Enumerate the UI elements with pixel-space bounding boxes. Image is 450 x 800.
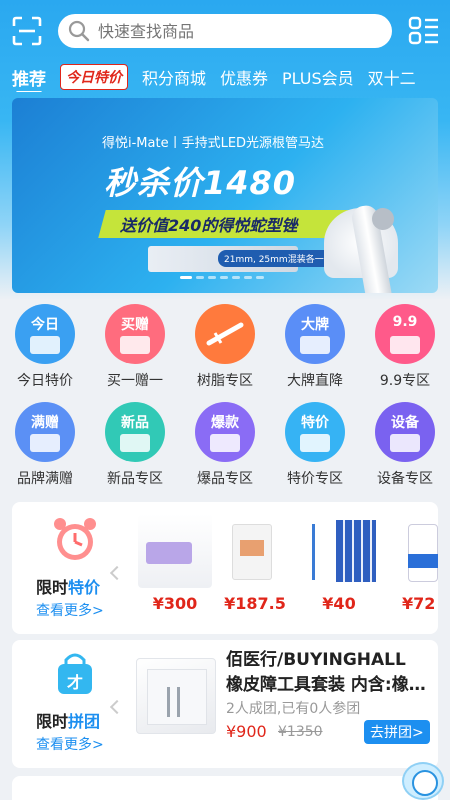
category-equipment[interactable]: 设备 设备专区 (360, 402, 450, 488)
flash-product[interactable]: ¥187.5 (218, 514, 292, 613)
category-label: 大牌直降 (287, 373, 343, 389)
pagination-dot (220, 276, 228, 279)
scan-icon[interactable] (12, 16, 42, 46)
bag-icon: 大牌 (285, 304, 345, 364)
tab-recommend[interactable]: 推荐 (12, 65, 46, 92)
tab-coupons[interactable]: 优惠券 (220, 65, 268, 89)
category-label: 树脂专区 (197, 373, 253, 389)
category-label: 爆品专区 (197, 471, 253, 487)
category-resin[interactable]: 树脂专区 (180, 304, 270, 390)
category-today-special[interactable]: 今日 今日特价 (0, 304, 90, 390)
group-buy-more-link[interactable]: 查看更多> (36, 734, 104, 754)
group-buy-header[interactable]: 才 限时拼团 查看更多> (12, 640, 122, 768)
group-buy-title: 限时拼团 (36, 712, 101, 731)
top-bar (0, 12, 450, 52)
fire-icon: 爆款 (195, 402, 255, 462)
gift-icon: 买赠 (105, 304, 165, 364)
calendar-icon: 今日 (15, 304, 75, 364)
category-label: 特价专区 (287, 471, 343, 487)
group-price: ¥900 (226, 722, 267, 741)
category-hot[interactable]: 爆款 爆品专区 (180, 402, 270, 488)
svg-text:才: 才 (67, 673, 83, 692)
banner-box-label: 21mm, 25mm混装各一板 (218, 250, 339, 267)
tab-plus-member[interactable]: PLUS会员 (282, 65, 354, 89)
category-new[interactable]: 新品 新品专区 (90, 402, 180, 488)
group-original-price: ¥1350 (278, 724, 323, 740)
pagination-dot (232, 276, 240, 279)
flash-product[interactable]: ¥72 (386, 514, 438, 613)
category-buy-one-get-one[interactable]: 买赠 买一赠一 (90, 304, 180, 390)
search-icon (68, 20, 90, 42)
promo-banner[interactable]: 得悦i-Mate丨手持式LED光源根管马达 秒杀价1480 送价值240的得悦蛇… (12, 98, 438, 293)
category-label: 今日特价 (17, 373, 73, 389)
category-grid: 今日 今日特价 买赠 买一赠一 树脂专区 大牌 大牌直降 9.9 9.9专区 满… (0, 304, 450, 488)
customer-service-icon[interactable] (402, 762, 444, 800)
tab-double-twelve[interactable]: 双十二 (368, 65, 416, 89)
category-label: 品牌满赠 (17, 471, 73, 487)
group-buy-card: 才 限时拼团 查看更多> 佰医行/BUYINGHALL 橡皮障工具套装 内含:橡… (12, 640, 438, 768)
product-price: ¥40 (322, 594, 356, 613)
handpiece-head-image (372, 208, 394, 230)
pagination-dot (208, 276, 216, 279)
banner-subtitle: 得悦i-Mate丨手持式LED光源根管马达 (102, 136, 325, 151)
product-price: ¥72 (402, 594, 436, 613)
device-icon: 设备 (375, 402, 435, 462)
banner-title: 秒杀价1480 (104, 164, 297, 202)
product-image (218, 514, 292, 588)
next-section-card (12, 776, 438, 800)
product-price: ¥187.5 (224, 594, 286, 613)
flash-sale-header[interactable]: 限时特价 查看更多> (12, 502, 122, 634)
product-image (138, 514, 212, 588)
category-label: 设备专区 (377, 471, 433, 487)
tab-points-mall[interactable]: 积分商城 (142, 65, 206, 89)
alarm-clock-icon (54, 518, 96, 560)
group-product-title[interactable]: 佰医行/BUYINGHALL 橡皮障工具套装 内含:橡… (226, 648, 426, 698)
category-9-9[interactable]: 9.9 9.9专区 (360, 304, 450, 390)
category-tabs: 推荐 今日特价 积分商城 优惠券 PLUS会员 双十二 (12, 62, 450, 92)
pagination-dot (244, 276, 252, 279)
syringe-icon (195, 304, 255, 364)
ticket-icon: 特价 (285, 402, 345, 462)
tab-today-special-logo[interactable]: 今日特价 (60, 64, 128, 90)
category-label: 新品专区 (107, 471, 163, 487)
category-label: 买一赠一 (107, 373, 163, 389)
flash-product[interactable]: ¥300 (138, 514, 212, 613)
search-bar[interactable] (58, 14, 392, 48)
flash-sale-title: 限时特价 (36, 578, 101, 597)
banner-strip-text: 送价值240的得悦蛇型锉 (120, 216, 298, 235)
category-special-price[interactable]: 特价 特价专区 (270, 402, 360, 488)
pagination-dot (256, 276, 264, 279)
product-price: ¥300 (152, 594, 198, 613)
join-group-button[interactable]: 去拼团> (364, 720, 430, 744)
shopping-bag-icon: 才 (58, 653, 92, 694)
search-input[interactable] (98, 21, 368, 41)
box-icon: 9.9 (375, 304, 435, 364)
group-progress-text: 2人成团,已有0人参团 (226, 701, 361, 717)
category-brand-discount[interactable]: 大牌 大牌直降 (270, 304, 360, 390)
menu-icon[interactable] (408, 16, 440, 46)
pagination-dot (196, 276, 204, 279)
new-box-icon: 新品 (105, 402, 165, 462)
category-label: 9.9专区 (379, 373, 431, 389)
banner-pagination (180, 276, 268, 279)
product-image (386, 514, 438, 588)
product-image (302, 514, 376, 588)
category-brand-gift[interactable]: 满赠 品牌满赠 (0, 402, 90, 488)
flash-sale-more-link[interactable]: 查看更多> (36, 600, 104, 620)
flash-product[interactable]: ¥40 (302, 514, 376, 613)
box-open-icon: 满赠 (15, 402, 75, 462)
group-product-image[interactable] (136, 658, 216, 734)
flash-sale-card: 限时特价 查看更多> ¥300 ¥187.5 ¥40 ¥72 (12, 502, 438, 634)
pagination-dot (180, 276, 192, 279)
